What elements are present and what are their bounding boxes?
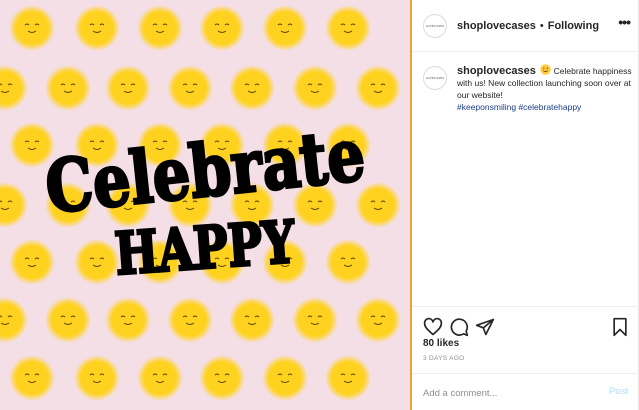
more-options-icon[interactable]: ••• bbox=[618, 14, 631, 30]
comment-bar: Post bbox=[411, 373, 639, 410]
caption-text: shoplovecases Celebrate happiness with u… bbox=[457, 64, 633, 113]
post-side-panel: LOVECASES shoplovecases • Following ••• … bbox=[410, 0, 639, 410]
share-icon[interactable] bbox=[475, 317, 495, 337]
likes-count[interactable]: 80 likes bbox=[423, 338, 459, 349]
following-button[interactable]: Following bbox=[548, 20, 599, 32]
hashtag-link[interactable]: #keeponsmiling bbox=[457, 102, 516, 112]
avatar[interactable]: LOVECASES bbox=[423, 13, 447, 38]
header-separator: • bbox=[539, 19, 544, 32]
comment-input[interactable] bbox=[423, 384, 593, 402]
heart-icon[interactable] bbox=[423, 317, 443, 337]
post-header: LOVECASES shoplovecases • Following ••• bbox=[411, 0, 639, 52]
hashtags: #keeponsmiling #celebratehappy bbox=[457, 102, 581, 112]
post-actions: 80 likes 3 DAYS AGO Post bbox=[411, 306, 639, 410]
celebrate-happy-lettering: Celebrate HAPPY bbox=[40, 110, 370, 290]
post-image[interactable]: Celebrate HAPPY bbox=[0, 0, 410, 410]
bookmark-icon[interactable] bbox=[610, 317, 630, 337]
celebrate-word: Celebrate bbox=[41, 112, 368, 230]
smiley-emoji-icon bbox=[540, 64, 551, 75]
caption-avatar[interactable]: LOVECASES bbox=[423, 66, 447, 90]
comment-icon[interactable] bbox=[449, 317, 469, 337]
avatar-text: LOVECASES bbox=[425, 23, 445, 28]
caption-username[interactable]: shoplovecases bbox=[457, 65, 536, 77]
hashtag-link[interactable]: #celebratehappy bbox=[518, 102, 581, 112]
avatar-text: LOVECASES bbox=[425, 76, 445, 80]
post-comment-button[interactable]: Post bbox=[609, 386, 628, 397]
caption: LOVECASES shoplovecases Celebrate happin… bbox=[423, 64, 633, 113]
happy-word: HAPPY bbox=[113, 208, 298, 288]
panel-divider bbox=[410, 0, 412, 410]
header-username[interactable]: shoplovecases bbox=[457, 20, 536, 32]
post-timestamp[interactable]: 3 DAYS AGO bbox=[423, 355, 465, 362]
